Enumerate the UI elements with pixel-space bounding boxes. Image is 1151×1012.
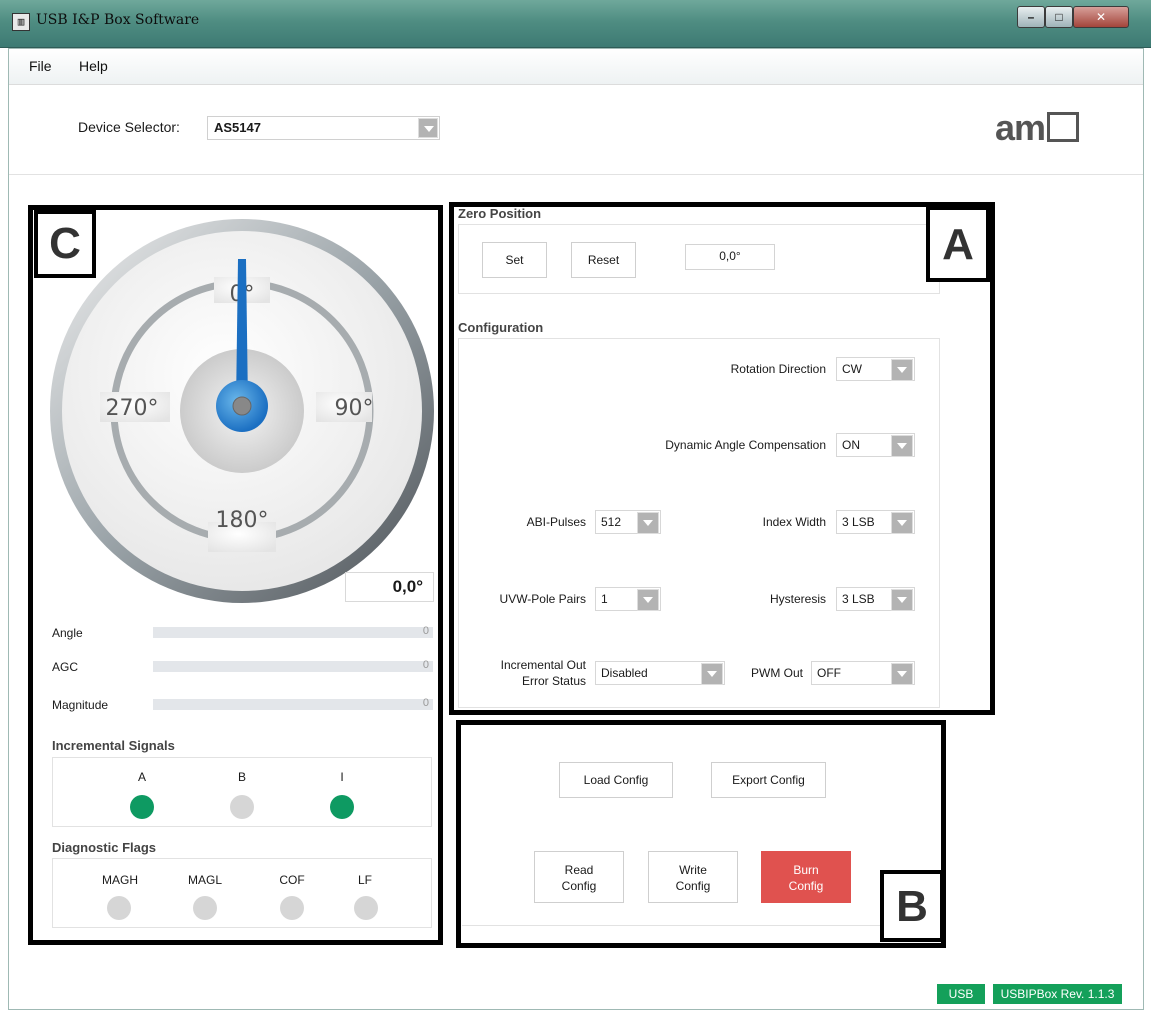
- device-selector-label: Device Selector:: [78, 119, 180, 135]
- callout-label-c: C: [34, 210, 96, 278]
- menu-help[interactable]: Help: [79, 58, 108, 74]
- device-selector-value: AS5147: [214, 120, 261, 135]
- window-title: USB I&P Box Software: [36, 12, 200, 28]
- callout-frame-a: [449, 202, 995, 715]
- callout-label-a: A: [926, 206, 990, 282]
- callout-frame-c: [28, 205, 443, 945]
- chevron-down-icon[interactable]: [418, 118, 438, 138]
- ams-logo: am: [995, 108, 1080, 148]
- divider: [9, 174, 1143, 175]
- status-revision-badge: USBIPBox Rev. 1.1.3: [993, 984, 1122, 1004]
- close-button[interactable]: ✕: [1073, 6, 1129, 28]
- minimize-button[interactable]: –: [1017, 6, 1045, 28]
- status-usb-badge: USB: [937, 984, 985, 1004]
- menu-bar: [9, 49, 1143, 85]
- callout-frame-b: [456, 720, 946, 948]
- maximize-button[interactable]: □: [1045, 6, 1073, 28]
- app-icon: ▥: [12, 13, 30, 31]
- menu-file[interactable]: File: [29, 58, 52, 74]
- device-selector-dropdown[interactable]: AS5147: [207, 116, 440, 140]
- callout-label-b: B: [880, 870, 944, 942]
